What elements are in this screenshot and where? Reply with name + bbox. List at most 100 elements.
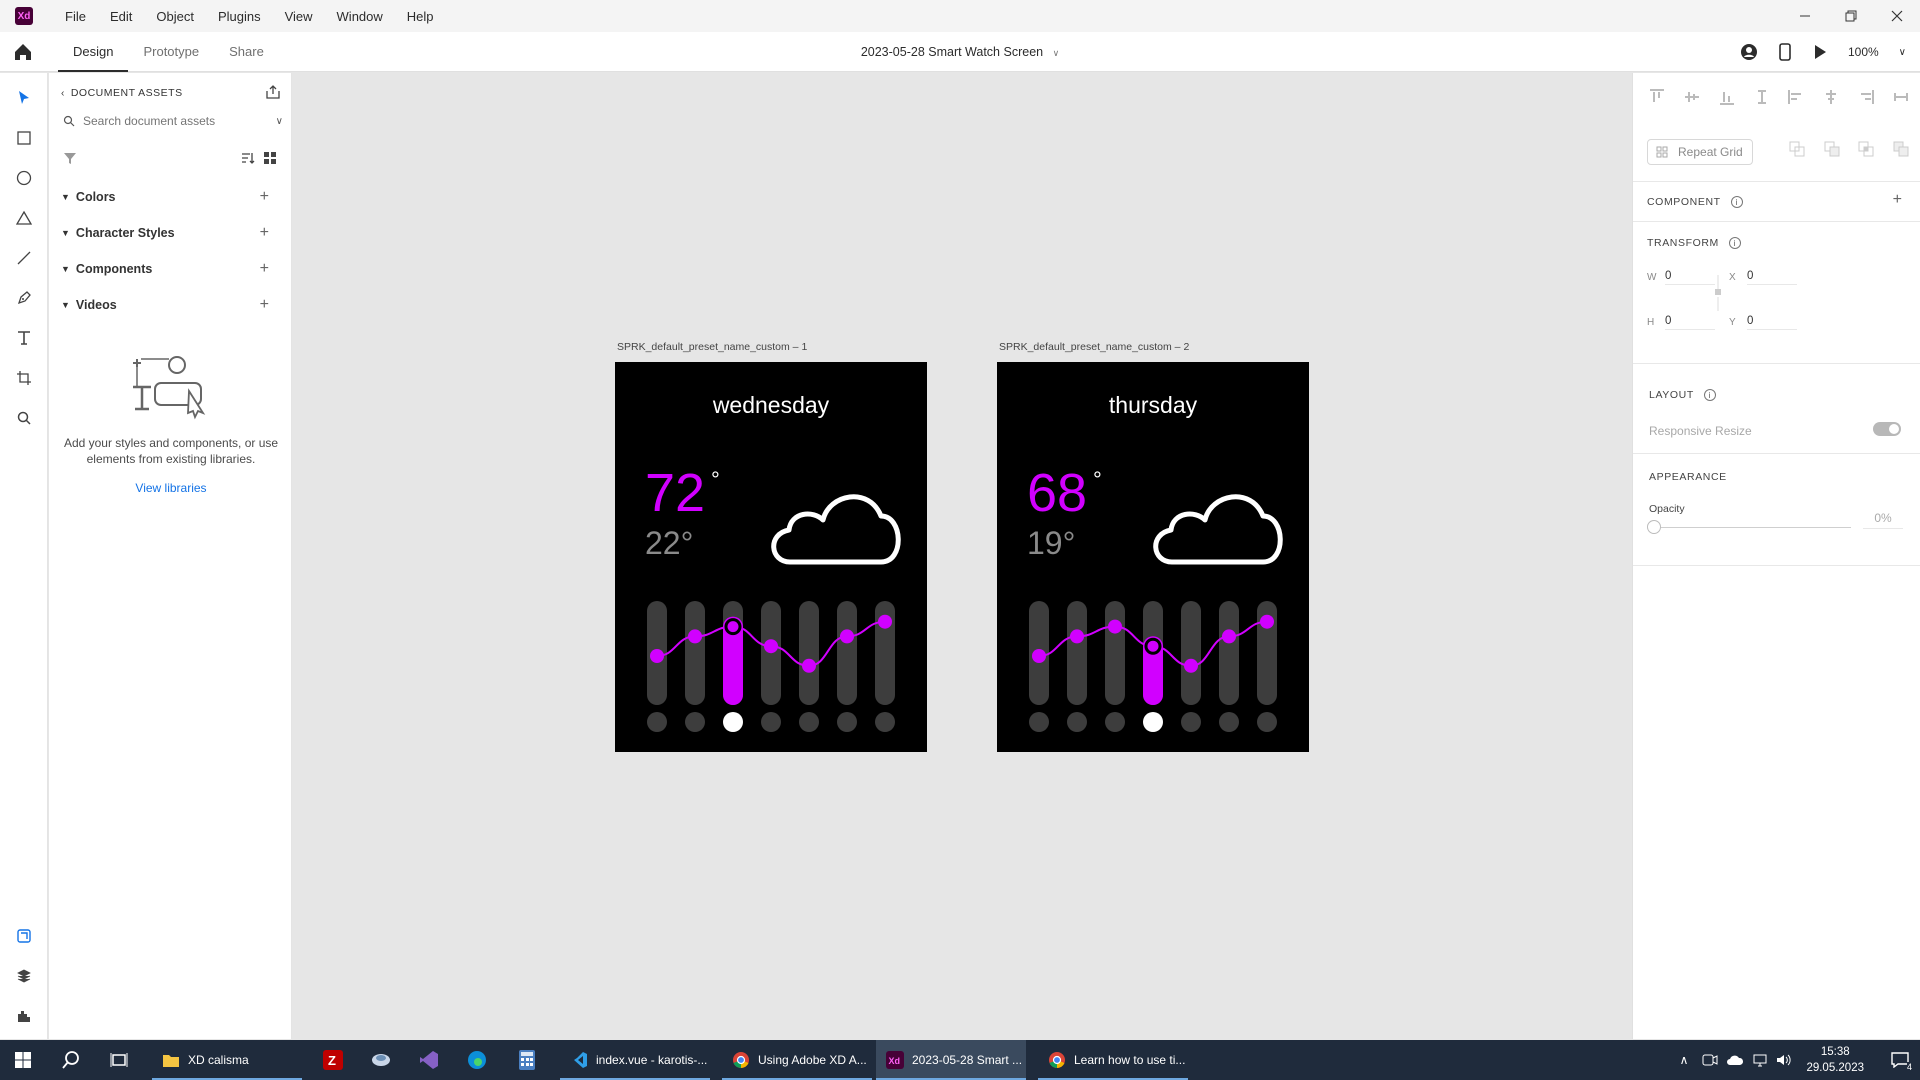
task-view-button[interactable] [104, 1040, 134, 1080]
info-icon[interactable]: i [1730, 196, 1743, 208]
add-video-icon[interactable]: + [260, 296, 269, 314]
taskbar-app-xd[interactable]: Xd 2023-05-28 Smart ... [876, 1040, 1026, 1080]
home-icon[interactable] [12, 41, 34, 63]
opacity-slider-track[interactable] [1661, 527, 1851, 528]
device-preview-icon[interactable] [1778, 43, 1792, 61]
y-value[interactable]: 0 [1747, 315, 1797, 330]
restore-button[interactable] [1828, 0, 1874, 32]
search-dropdown-icon[interactable]: ∨ [276, 116, 283, 127]
x-value[interactable]: 0 [1747, 270, 1797, 285]
align-top-icon[interactable] [1649, 89, 1665, 105]
opacity-slider-thumb[interactable] [1647, 520, 1661, 534]
taskbar-app-chrome-1[interactable]: Using Adobe XD A... [722, 1040, 872, 1080]
align-center-icon[interactable] [1823, 89, 1839, 105]
network-icon[interactable] [1752, 1052, 1768, 1068]
section-videos[interactable]: ▼ Videos + [61, 295, 285, 315]
zoom-tool[interactable] [13, 407, 35, 429]
taskbar-app-xd-calisma[interactable]: XD calisma [152, 1040, 302, 1080]
assets-panel-button[interactable] [13, 925, 35, 947]
view-libraries-link[interactable]: View libraries [63, 481, 279, 495]
document-title[interactable]: 2023-05-28 Smart Watch Screen [861, 45, 1043, 59]
menu-object[interactable]: Object [144, 9, 206, 24]
info-icon[interactable]: i [1728, 237, 1741, 249]
taskbar-app-vscode[interactable]: index.vue - karotis-... [560, 1040, 710, 1080]
align-bottom-icon[interactable] [1719, 89, 1735, 105]
intersect-boolean-icon[interactable] [1858, 141, 1874, 157]
edge-button[interactable] [462, 1040, 492, 1080]
search-button[interactable] [56, 1040, 86, 1080]
subtract-boolean-icon[interactable] [1824, 141, 1840, 157]
menu-edit[interactable]: Edit [98, 9, 144, 24]
start-button[interactable] [8, 1040, 38, 1080]
calculator-button[interactable] [512, 1040, 542, 1080]
add-boolean-icon[interactable] [1789, 141, 1805, 157]
responsive-resize-toggle[interactable] [1873, 422, 1901, 436]
opacity-value[interactable]: 0% [1863, 511, 1903, 529]
tab-share[interactable]: Share [214, 32, 279, 72]
text-tool[interactable] [13, 327, 35, 349]
zoom-chevron-icon[interactable]: ∨ [1899, 47, 1906, 58]
menu-plugins[interactable]: Plugins [206, 9, 273, 24]
add-component-icon[interactable]: + [1893, 191, 1902, 209]
sort-icon[interactable] [241, 151, 255, 165]
back-chevron-icon[interactable]: ‹ [61, 88, 65, 99]
minimize-button[interactable] [1782, 0, 1828, 32]
tray-chevron-up-icon[interactable]: ∧ [1680, 1053, 1689, 1067]
artboard-wednesday[interactable]: wednesday 72 ° 22° [615, 362, 927, 752]
search-input[interactable] [83, 114, 253, 128]
width-value[interactable]: 0 [1665, 270, 1715, 285]
plugins-panel-button[interactable] [13, 1005, 35, 1027]
y-field[interactable]: Y0 [1729, 315, 1797, 330]
menu-window[interactable]: Window [325, 9, 395, 24]
visual-studio-button[interactable] [414, 1040, 444, 1080]
filezilla-button[interactable]: Z [318, 1040, 348, 1080]
section-character-styles[interactable]: ▼ Character Styles + [61, 223, 285, 243]
zoom-level[interactable]: 100% [1848, 45, 1879, 59]
align-right-icon[interactable] [1858, 89, 1875, 105]
user-icon[interactable] [1740, 43, 1758, 61]
info-icon[interactable]: i [1703, 389, 1716, 401]
add-component-icon[interactable]: + [260, 260, 269, 278]
add-color-icon[interactable]: + [260, 188, 269, 206]
distribute-horizontal-icon[interactable] [1893, 89, 1909, 105]
layers-panel-button[interactable] [13, 965, 35, 987]
rectangle-tool[interactable] [13, 127, 35, 149]
line-tool[interactable] [13, 247, 35, 269]
width-field[interactable]: W0 [1647, 270, 1715, 285]
height-value[interactable]: 0 [1665, 315, 1715, 330]
align-left-icon[interactable] [1788, 89, 1804, 105]
section-components[interactable]: ▼ Components + [61, 259, 285, 279]
artboard-thursday[interactable]: thursday 68 ° 19° [997, 362, 1309, 752]
clock[interactable]: 15:38 29.05.2023 [1806, 1044, 1864, 1076]
artboard-label-1[interactable]: SPRK_default_preset_name_custom – 1 [617, 341, 807, 353]
distribute-vertical-icon[interactable] [1754, 89, 1770, 105]
polygon-tool[interactable] [13, 207, 35, 229]
tab-design[interactable]: Design [58, 32, 129, 72]
add-character-style-icon[interactable]: + [260, 224, 269, 242]
menu-view[interactable]: View [273, 9, 325, 24]
section-colors[interactable]: ▼ Colors + [61, 187, 285, 207]
artboard-label-2[interactable]: SPRK_default_preset_name_custom – 2 [999, 341, 1189, 353]
lock-aspect-icon[interactable] [1713, 273, 1723, 313]
taskbar-app-chrome-2[interactable]: Learn how to use ti... [1038, 1040, 1188, 1080]
play-icon[interactable] [1812, 44, 1828, 60]
meet-now-icon[interactable] [1702, 1052, 1718, 1068]
notification-center-button[interactable]: 4 [1880, 1040, 1920, 1080]
artboard-tool[interactable] [13, 367, 35, 389]
exclude-boolean-icon[interactable] [1893, 141, 1909, 157]
onedrive-icon[interactable] [1726, 1053, 1744, 1067]
export-icon[interactable] [265, 84, 281, 100]
close-button[interactable] [1874, 0, 1920, 32]
align-middle-icon[interactable] [1684, 89, 1700, 105]
filter-icon[interactable] [63, 151, 77, 165]
volume-icon[interactable] [1776, 1052, 1792, 1068]
select-tool[interactable] [13, 87, 35, 109]
pinned-app-button[interactable] [366, 1040, 396, 1080]
x-field[interactable]: X0 [1729, 270, 1797, 285]
ellipse-tool[interactable] [13, 167, 35, 189]
menu-file[interactable]: File [53, 9, 98, 24]
tab-prototype[interactable]: Prototype [128, 32, 214, 72]
menu-help[interactable]: Help [395, 9, 446, 24]
height-field[interactable]: H0 [1647, 315, 1715, 330]
pen-tool[interactable] [13, 287, 35, 309]
